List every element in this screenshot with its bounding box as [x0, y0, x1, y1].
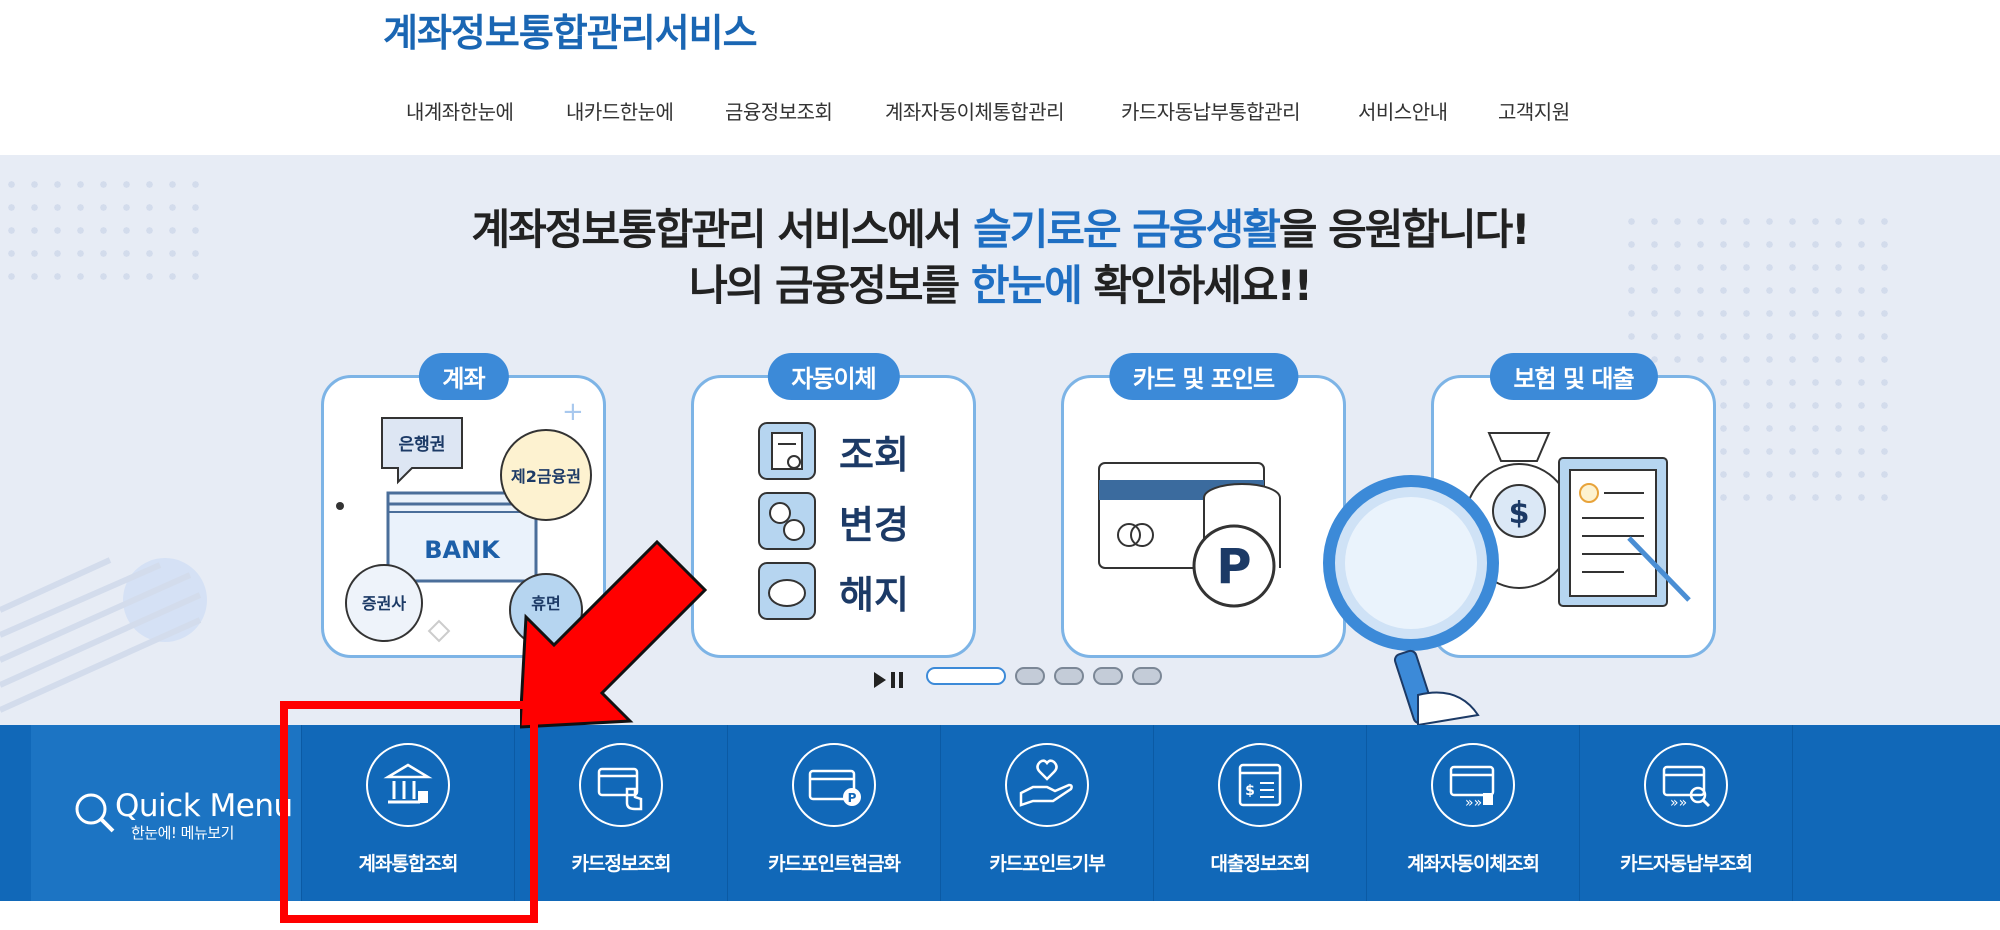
svg-text:증권사: 증권사 — [362, 594, 406, 613]
nav-item-account-auto-transfer[interactable]: 계좌자동이체통합관리 — [885, 96, 1065, 125]
highlight-box-annotation — [280, 701, 538, 923]
quick-item-point-cash[interactable]: P 카드포인트현금화 — [728, 725, 941, 901]
svg-text:»»: »» — [1670, 795, 1687, 811]
svg-text:은행권: 은행권 — [399, 435, 446, 455]
magnifier-icon — [1323, 475, 1499, 725]
quick-item-card-auto-payment[interactable]: »» 카드자동납부조회 — [1580, 725, 1793, 901]
slider-page-1[interactable] — [926, 667, 1006, 685]
search-icon — [75, 793, 115, 833]
nav-item-my-cards[interactable]: 내카드한눈에 — [566, 96, 674, 125]
nav-item-my-accounts[interactable]: 내계좌한눈에 — [406, 96, 514, 125]
quick-menu-heading: Quick Menu — [115, 788, 293, 824]
hero-banner: 계좌정보통합관리 서비스에서 슬기로운 금융생활을 응원합니다! 나의 금융정보… — [0, 155, 2000, 725]
quick-item-card-info[interactable]: 카드정보조회 — [515, 725, 728, 901]
change-label: 변경 — [839, 503, 909, 547]
cancel-label: 해지 — [839, 573, 909, 617]
quick-menu-subtitle: 한눈에! 메뉴보기 — [131, 824, 234, 842]
nav-item-service-guide[interactable]: 서비스안내 — [1358, 96, 1448, 125]
svg-text:제2금융권: 제2금융권 — [511, 467, 581, 486]
loan-doc-icon: $ — [1218, 743, 1302, 827]
quick-menu-title: Quick Menu 한눈에! 메뉴보기 — [31, 725, 302, 901]
svg-text:P: P — [1216, 539, 1251, 595]
svg-text:$: $ — [1245, 783, 1255, 799]
nav-item-customer-support[interactable]: 고객지원 — [1498, 96, 1570, 125]
play-pause-icon[interactable] — [874, 669, 914, 691]
quick-item-account-auto-transfer[interactable]: »» 계좌자동이체조회 — [1367, 725, 1580, 901]
card-search-icon: »» — [1644, 743, 1728, 827]
slider-page-3[interactable] — [1054, 667, 1084, 685]
slider-page-2[interactable] — [1015, 667, 1045, 685]
quick-item-point-donation[interactable]: 카드포인트기부 — [941, 725, 1154, 901]
slider-page-4[interactable] — [1093, 667, 1123, 685]
nav-item-card-auto-payment[interactable]: 카드자동납부통합관리 — [1121, 96, 1301, 125]
red-arrow-annotation — [520, 540, 708, 729]
svg-text:»»: »» — [1465, 795, 1482, 811]
main-nav: 내계좌한눈에 내카드한눈에 금융정보조회 계좌자동이체통합관리 카드자동납부통합… — [0, 96, 2000, 124]
slider-page-5[interactable] — [1132, 667, 1162, 685]
nav-item-financial-info[interactable]: 금융정보조회 — [725, 96, 833, 125]
quick-item-loan-info[interactable]: $ 대출정보조회 — [1154, 725, 1367, 901]
auto-transfer-icon: »» — [1431, 743, 1515, 827]
svg-text:P: P — [848, 791, 857, 805]
site-title[interactable]: 계좌정보통합관리서비스 — [383, 2, 758, 57]
card-point-icon: P — [792, 743, 876, 827]
bank-label: BANK — [424, 536, 501, 564]
card-auto-transfer[interactable]: 자동이체 조회 변경 해지 — [691, 353, 976, 658]
card-touch-icon — [579, 743, 663, 827]
svg-text:+: + — [562, 397, 584, 427]
hero-headline: 계좌정보통합관리 서비스에서 슬기로운 금융생활을 응원합니다! 나의 금융정보… — [471, 205, 1531, 310]
auto-transfer-illustration: 조회 변경 해지 — [758, 422, 909, 620]
inquiry-label: 조회 — [839, 433, 909, 477]
heart-hand-icon — [1005, 743, 1089, 827]
decor-stripes — [0, 557, 207, 713]
